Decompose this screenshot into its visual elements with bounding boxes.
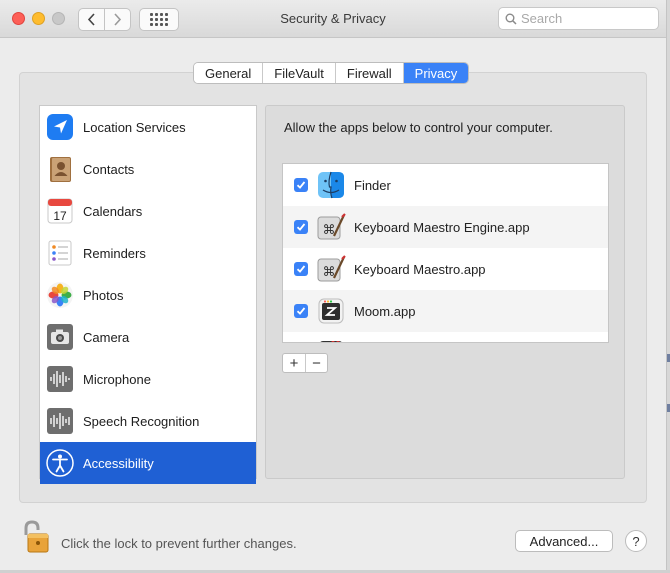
desktop-edge <box>666 0 670 573</box>
sidebar-item-label: Reminders <box>83 245 146 261</box>
sidebar-item-photos[interactable]: Photos <box>40 274 256 316</box>
app-list[interactable]: Finder ⌘ Keyboard Maestro Engine.app ⌘ K… <box>282 163 609 343</box>
sidebar-item-microphone[interactable]: Microphone <box>40 358 256 400</box>
app-checkbox[interactable] <box>294 304 308 318</box>
svg-text:17: 17 <box>53 209 67 223</box>
checkmark-icon <box>296 223 306 231</box>
sidebar-item-contacts[interactable]: Contacts <box>40 148 256 190</box>
app-checkbox[interactable] <box>294 262 308 276</box>
sidebar-item-label: Calendars <box>83 203 143 219</box>
list-item[interactable]: Finder <box>283 164 608 206</box>
app-icon-partial <box>316 338 346 342</box>
tab-privacy[interactable]: Privacy <box>403 63 469 83</box>
app-name: Finder <box>354 177 391 193</box>
moom-icon <box>316 296 346 326</box>
location-arrow-icon <box>45 112 75 142</box>
list-item[interactable]: ⌘ Keyboard Maestro Engine.app <box>283 206 608 248</box>
list-item[interactable]: ⌘ Keyboard Maestro.app <box>283 248 608 290</box>
title-bar: Security & Privacy <box>0 0 666 38</box>
app-checkbox[interactable] <box>294 220 308 234</box>
add-remove-control: + − <box>282 353 328 373</box>
contacts-book-icon <box>45 154 75 184</box>
lock-button[interactable] <box>20 520 52 554</box>
sidebar-item-label: Speech Recognition <box>83 413 200 429</box>
checkmark-icon <box>296 181 306 189</box>
app-name: Moom.app <box>354 303 416 319</box>
photos-flower-icon <box>45 280 75 310</box>
sidebar-item-location-services[interactable]: Location Services <box>40 106 256 148</box>
sidebar-item-speech-recognition[interactable]: Speech Recognition <box>40 400 256 442</box>
search-icon <box>505 13 517 25</box>
lock-message: Click the lock to prevent further change… <box>61 536 297 551</box>
app-name: Keyboard Maestro Engine.app <box>354 219 530 235</box>
search-field[interactable] <box>498 7 659 30</box>
sidebar-item-accessibility[interactable]: Accessibility <box>40 442 256 484</box>
pane-description: Allow the apps below to control your com… <box>284 120 553 135</box>
keyboard-maestro-icon: ⌘ <box>316 212 346 242</box>
advanced-button[interactable]: Advanced... <box>515 530 613 552</box>
accessibility-person-icon <box>45 448 75 478</box>
tab-general[interactable]: General <box>194 63 264 83</box>
accessibility-pane: Allow the apps below to control your com… <box>265 105 625 479</box>
add-app-button[interactable]: + <box>283 354 305 372</box>
privacy-category-list: Location Services Contacts 17 Calendars … <box>39 105 257 484</box>
sidebar-item-label: Microphone <box>83 371 151 387</box>
microphone-waveform-icon <box>45 364 75 394</box>
help-button[interactable]: ? <box>625 530 647 552</box>
unlocked-padlock-icon <box>24 520 49 553</box>
sidebar-item-calendars[interactable]: 17 Calendars <box>40 190 256 232</box>
speech-waveform-icon <box>45 406 75 436</box>
tab-bar: General FileVault Firewall Privacy <box>193 62 470 84</box>
reminders-list-icon <box>45 238 75 268</box>
remove-app-button[interactable]: − <box>305 354 327 372</box>
sidebar-item-label: Contacts <box>83 161 135 177</box>
sidebar-item-label: Camera <box>83 329 130 345</box>
finder-icon <box>316 170 346 200</box>
app-name: Keyboard Maestro.app <box>354 261 486 277</box>
app-checkbox[interactable] <box>294 178 308 192</box>
sidebar-item-label: Photos <box>83 287 124 303</box>
tab-filevault[interactable]: FileVault <box>263 63 336 83</box>
sidebar-item-reminders[interactable]: Reminders <box>40 232 256 274</box>
keyboard-maestro-icon: ⌘ <box>316 254 346 284</box>
checkmark-icon <box>296 265 306 273</box>
sidebar-item-camera[interactable]: Camera <box>40 316 256 358</box>
sidebar-item-label: Location Services <box>83 119 186 135</box>
list-item-partial <box>283 332 608 342</box>
tab-firewall[interactable]: Firewall <box>335 63 404 83</box>
camera-icon <box>45 322 75 352</box>
sidebar-item-label: Accessibility <box>83 455 154 471</box>
calendar-icon: 17 <box>45 196 75 226</box>
list-item[interactable]: Moom.app <box>283 290 608 332</box>
search-input[interactable] <box>521 11 651 26</box>
checkmark-icon <box>296 307 306 315</box>
